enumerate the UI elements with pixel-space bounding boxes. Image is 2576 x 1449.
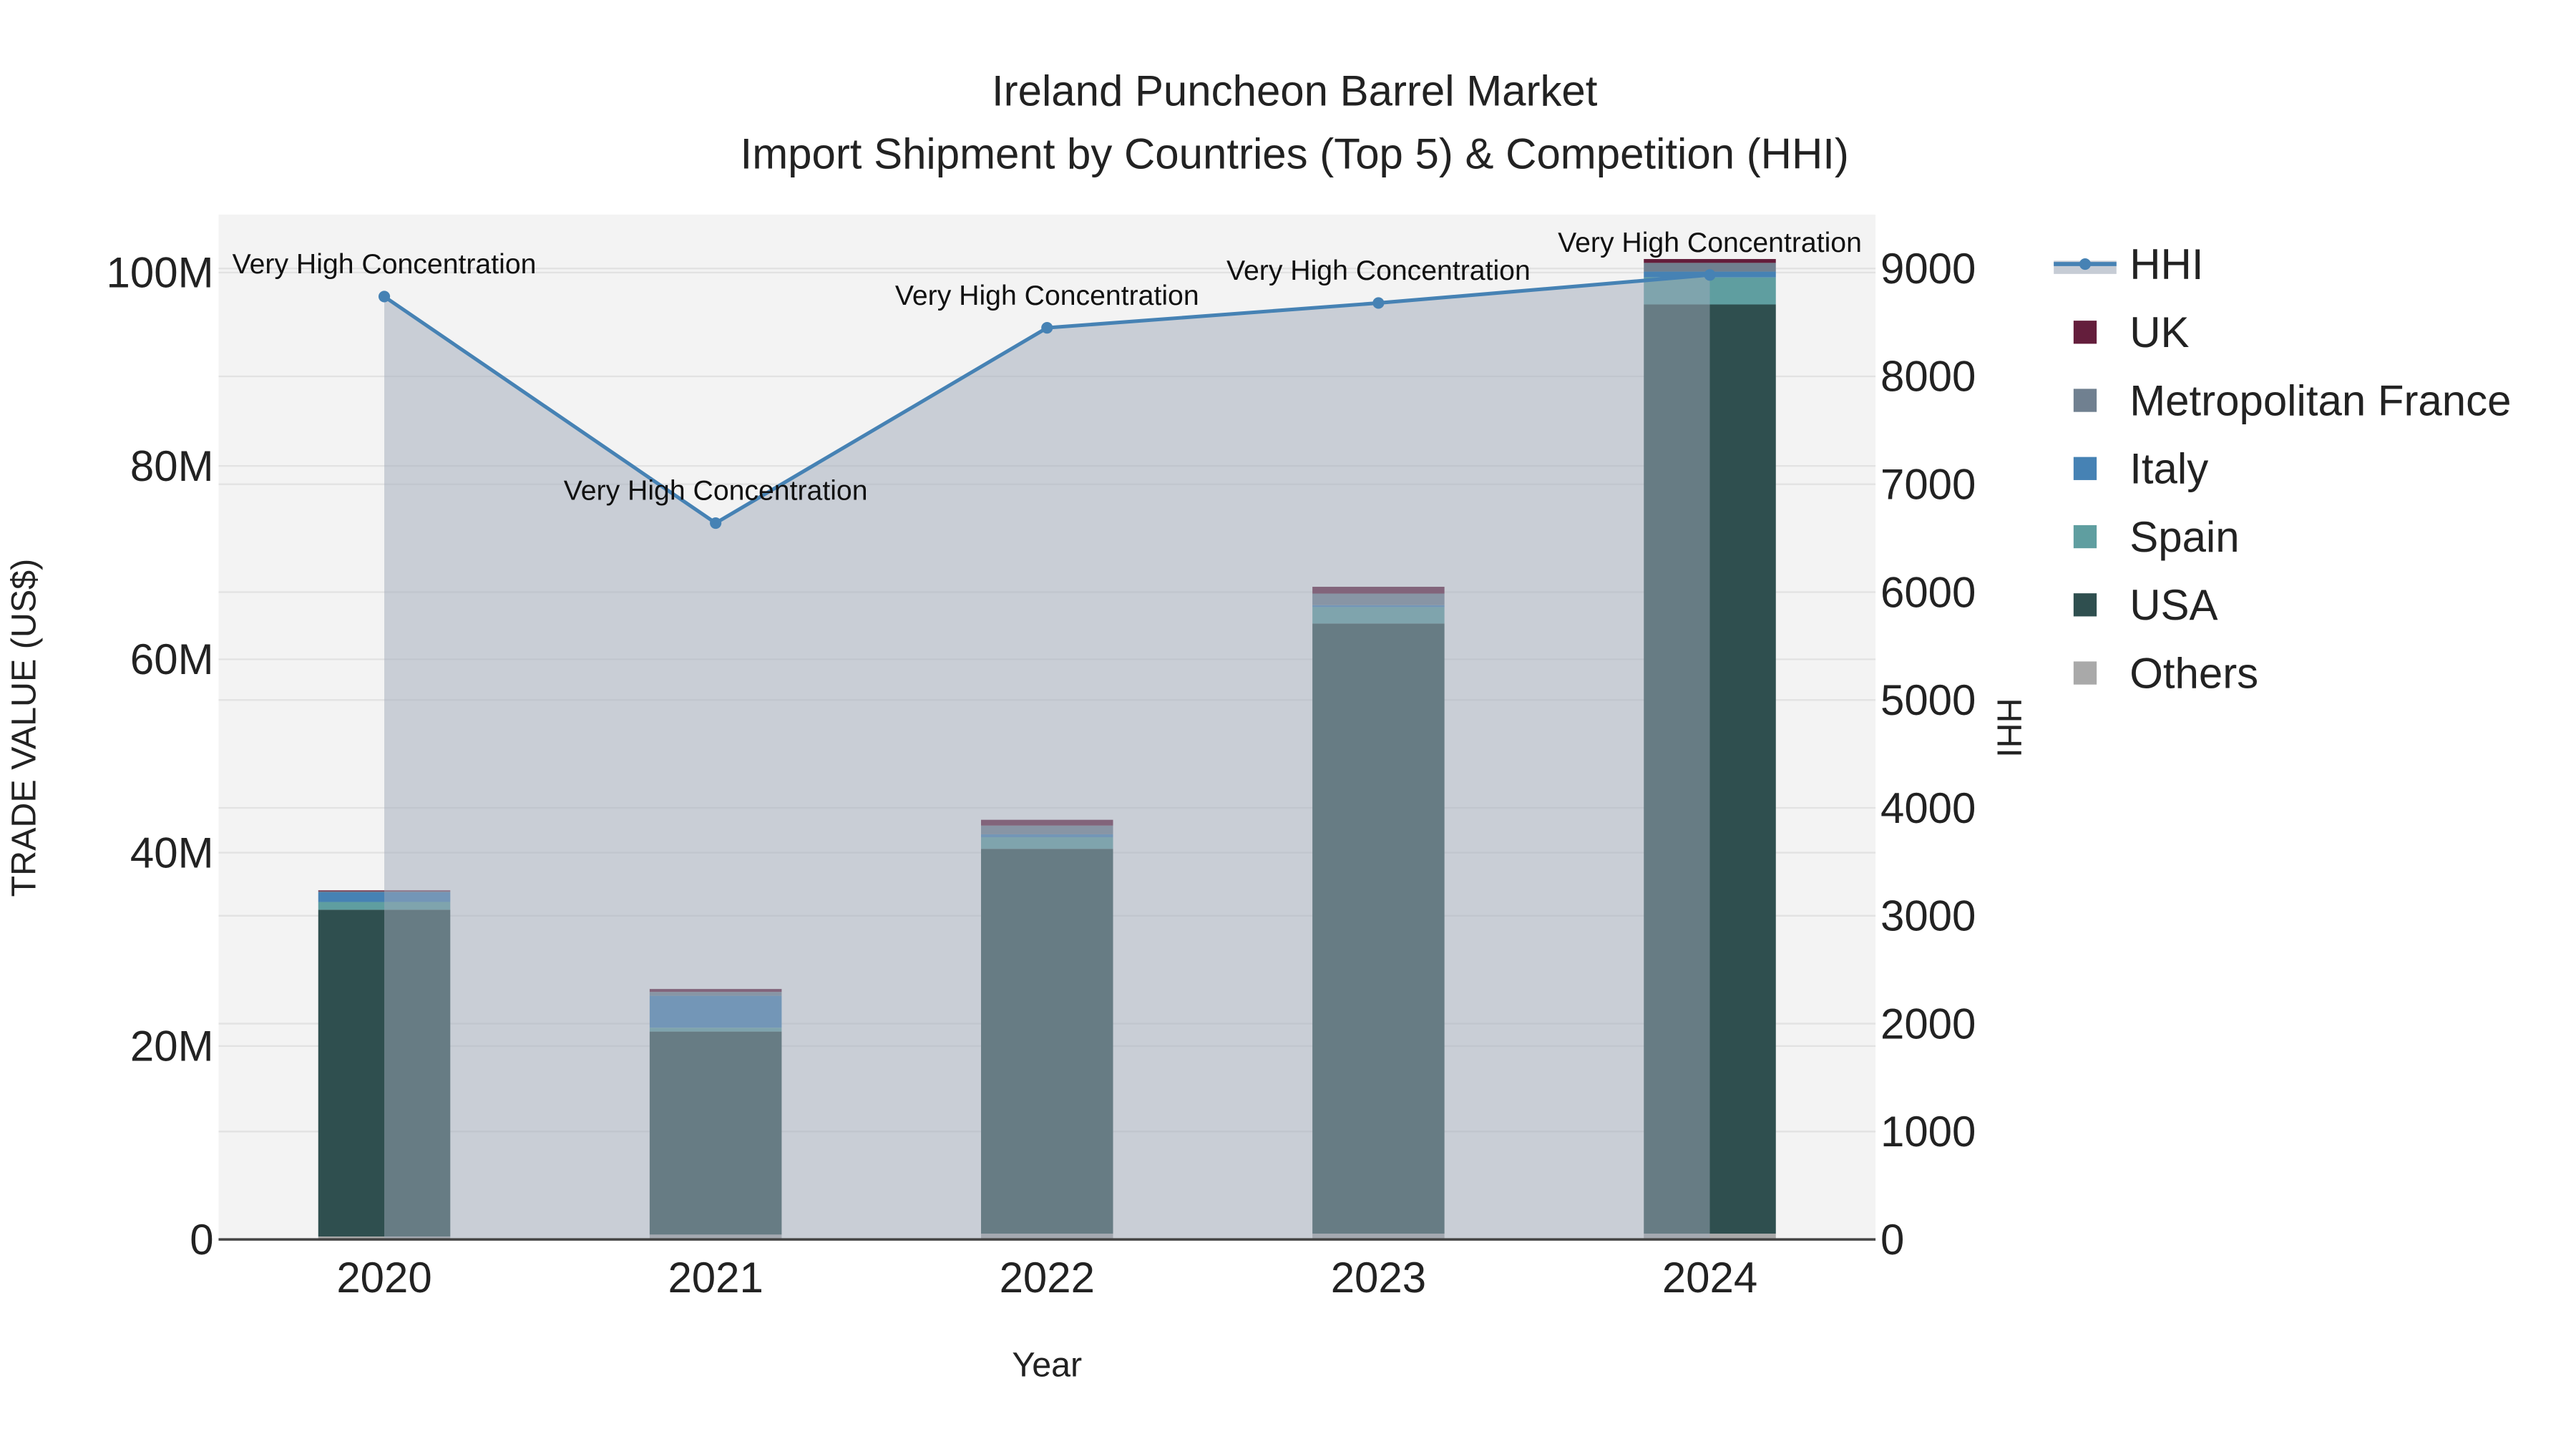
legend-swatch-hhi-marker (2079, 258, 2092, 270)
hhi-annotation: Very High Concentration (1558, 228, 1862, 258)
y2-tick-label: 5000 (1880, 676, 1976, 724)
legend-label: HHI (2129, 240, 2203, 288)
legend: HHI UK Metropolitan France Italy Spain USA Oth… (2054, 240, 2511, 697)
x-tick-label: 2023 (1331, 1254, 1426, 1302)
legend-swatch-italy (2073, 457, 2097, 480)
y-tick-label: 20M (130, 1023, 214, 1070)
y2-axis-ticks: 0 1000 2000 3000 4000 5000 6000 7000 8000 9000 (1880, 245, 1976, 1264)
legend-label: Others (2129, 649, 2258, 697)
y-tick-label: 80M (130, 442, 214, 490)
legend-label: Italy (2129, 445, 2208, 493)
x-tick-label: 2022 (1000, 1254, 1095, 1302)
y2-tick-label: 7000 (1880, 460, 1976, 508)
legend-label: Metropolitan France (2129, 376, 2511, 424)
hhi-point (710, 517, 722, 530)
hhi-point (378, 291, 391, 303)
legend-label: USA (2129, 581, 2218, 629)
x-axis-ticks: 2020 2021 2022 2023 2024 (336, 1254, 1757, 1302)
y-axis-ticks: 0 20M 40M 60M 80M 100M (107, 249, 214, 1264)
chart-subtitle: Import Shipment by Countries (Top 5) & C… (741, 130, 1849, 177)
hhi-point (1041, 322, 1053, 334)
hhi-annotation: Very High Concentration (564, 476, 868, 507)
hhi-annotation: Very High Concentration (895, 280, 1199, 311)
x-tick-label: 2021 (668, 1254, 763, 1302)
legend-label: UK (2129, 308, 2189, 356)
y-tick-label: 0 (190, 1216, 213, 1264)
y-axis-title: TRADE VALUE (US$) (4, 559, 43, 897)
y2-tick-label: 2000 (1880, 1000, 1976, 1048)
y2-axis-title: HHI (1990, 698, 2029, 757)
x-tick-label: 2020 (336, 1254, 431, 1302)
legend-swatch-uk (2073, 321, 2097, 344)
y2-tick-label: 3000 (1880, 892, 1976, 940)
y2-tick-label: 0 (1880, 1216, 1904, 1264)
x-tick-label: 2024 (1662, 1254, 1757, 1302)
hhi-point (1372, 297, 1385, 309)
legend-swatch-spain (2073, 525, 2097, 549)
legend-swatch-metropolitan-france (2073, 389, 2097, 412)
y2-tick-label: 4000 (1880, 784, 1976, 832)
hhi-point (1704, 269, 1716, 281)
x-axis-title: Year (1012, 1346, 1082, 1385)
y2-tick-label: 8000 (1880, 353, 1976, 401)
y2-tick-label: 1000 (1880, 1108, 1976, 1156)
y2-tick-label: 6000 (1880, 568, 1976, 616)
hhi-annotation: Very High Concentration (233, 249, 537, 280)
hhi-annotation: Very High Concentration (1226, 255, 1531, 286)
y2-tick-label: 9000 (1880, 245, 1976, 293)
y-tick-label: 60M (130, 635, 214, 683)
chart: Very High Concentration Very High Concent… (4, 67, 2511, 1385)
y-tick-label: 100M (107, 249, 214, 297)
legend-swatch-usa (2073, 593, 2097, 617)
legend-swatch-others (2073, 661, 2097, 685)
chart-title: Ireland Puncheon Barrel Market (992, 67, 1598, 115)
y-tick-label: 40M (130, 829, 214, 877)
legend-label: Spain (2129, 513, 2239, 561)
bar-uk (1644, 258, 1776, 263)
